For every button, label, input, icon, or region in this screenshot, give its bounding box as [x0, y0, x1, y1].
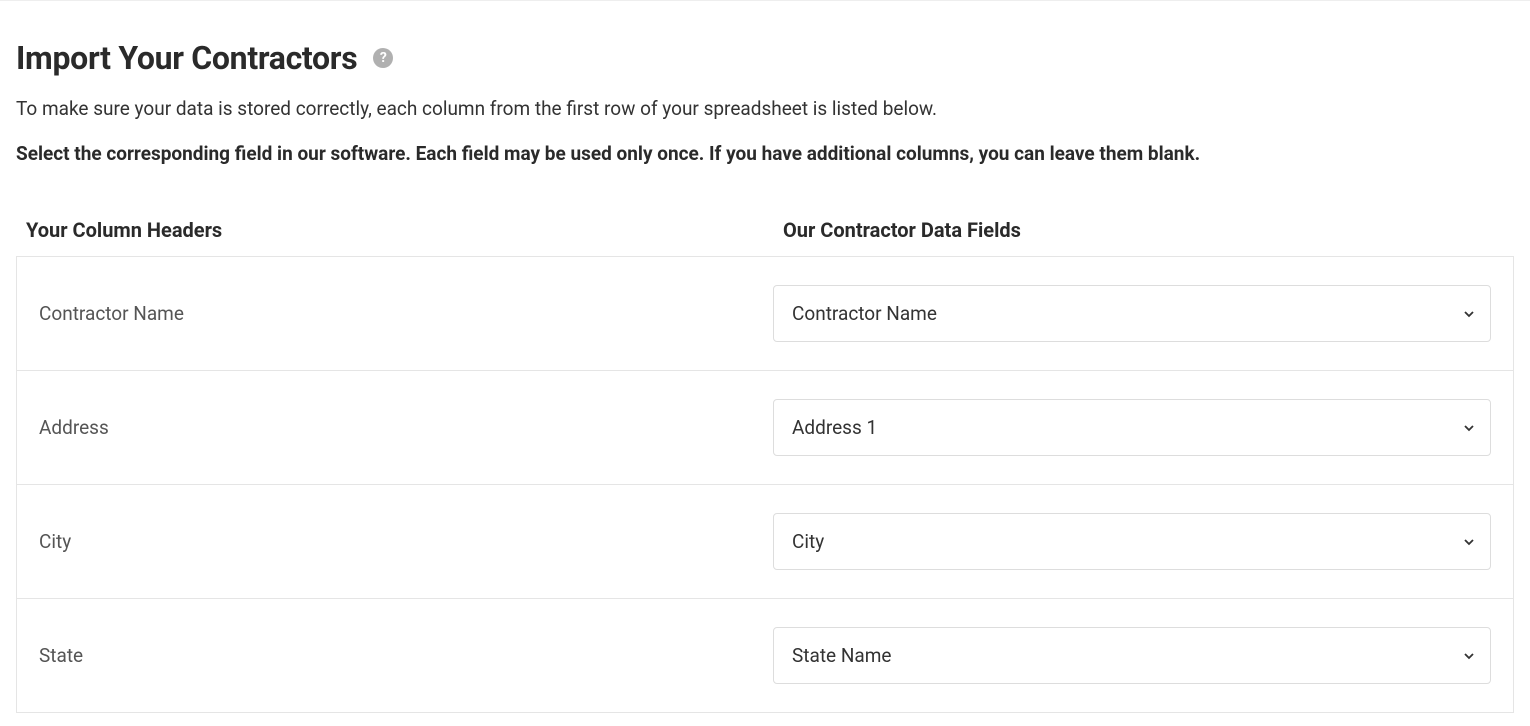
mapping-row: Contractor Name Contractor Name: [17, 257, 1513, 371]
column-header-label: Address: [39, 416, 773, 439]
field-select-state[interactable]: State Name: [773, 627, 1491, 684]
page-description: To make sure your data is stored correct…: [16, 95, 1514, 124]
mapping-table: Contractor Name Contractor Name Address …: [16, 256, 1514, 713]
field-select-city[interactable]: City: [773, 513, 1491, 570]
table-header-your-columns: Your Column Headers: [26, 218, 783, 242]
column-header-label: Contractor Name: [39, 302, 773, 325]
page-title: Import Your Contractors: [16, 39, 357, 77]
help-icon[interactable]: ?: [373, 48, 393, 68]
page-instruction: Select the corresponding field in our so…: [16, 140, 1514, 169]
field-select-contractor-name[interactable]: Contractor Name: [773, 285, 1491, 342]
table-header-our-fields: Our Contractor Data Fields: [783, 218, 1504, 242]
mapping-row: Address Address 1: [17, 371, 1513, 485]
field-select-address[interactable]: Address 1: [773, 399, 1491, 456]
select-value: Address 1: [792, 416, 877, 439]
column-header-label: City: [39, 530, 773, 553]
select-value: City: [792, 530, 824, 553]
select-value: State Name: [792, 644, 891, 667]
select-value: Contractor Name: [792, 302, 937, 325]
mapping-row: State State Name: [17, 599, 1513, 713]
mapping-row: City City: [17, 485, 1513, 599]
column-header-label: State: [39, 644, 773, 667]
